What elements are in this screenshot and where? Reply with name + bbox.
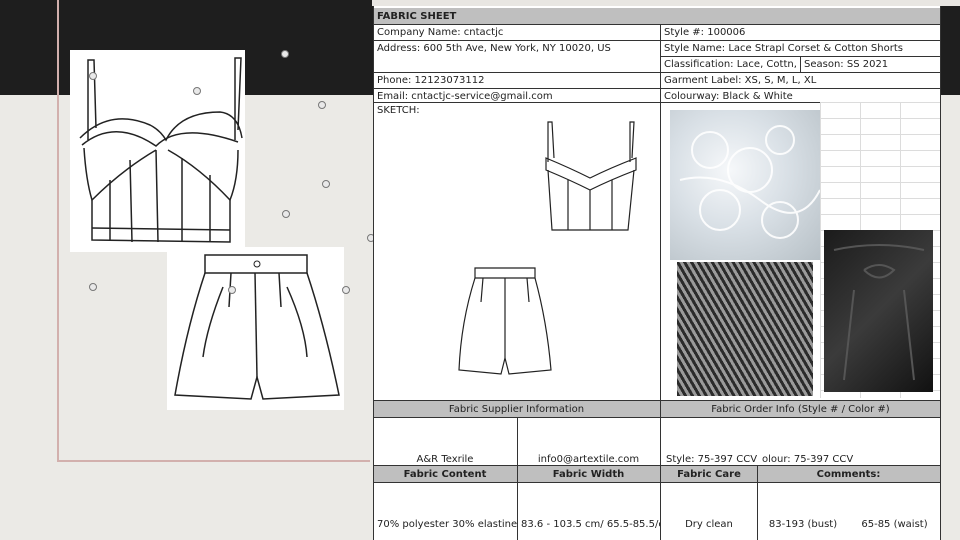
- style-number[interactable]: Style #: 100006: [660, 24, 940, 40]
- shorts-sketch-image: [174, 254, 340, 400]
- decor-dot: [228, 286, 236, 294]
- grid-line: [940, 6, 941, 540]
- col-fabric-care: Fabric Care: [661, 466, 757, 482]
- fabric-care-value[interactable]: Dry clean: [661, 516, 757, 532]
- col-fabric-width: Fabric Width: [517, 466, 660, 482]
- grid-line: [373, 6, 374, 540]
- shorts-tech-sketch: [458, 267, 552, 375]
- col-comments: Comments:: [757, 466, 940, 482]
- grid-line: [373, 72, 940, 73]
- style-name[interactable]: Style Name: Lace Strapl Corset & Cotton …: [660, 40, 940, 56]
- col-fabric-content: Fabric Content: [373, 466, 517, 482]
- corset-sketch-image: [79, 57, 243, 243]
- decor-dot: [342, 286, 350, 294]
- decor-dot: [193, 87, 201, 95]
- grid-line: [373, 417, 940, 418]
- sheet-title: FABRIC SHEET: [373, 8, 940, 24]
- grid-line: [373, 88, 940, 89]
- decor-dot: [89, 72, 97, 80]
- sketch-label: SKETCH:: [377, 105, 420, 116]
- company-name[interactable]: Company Name: cntactjc: [373, 24, 660, 40]
- corset-tech-sketch: [545, 121, 637, 231]
- lace-fabric-photo[interactable]: [670, 110, 820, 260]
- lace-pattern: [679, 125, 820, 239]
- supplier-header: Fabric Supplier Information: [373, 401, 660, 417]
- phone[interactable]: Phone: 12123073112: [373, 72, 660, 88]
- grid-line: [373, 482, 940, 483]
- shorts-sketch-card[interactable]: [167, 247, 344, 410]
- decor-dot: [281, 50, 289, 58]
- grid-line: [660, 24, 661, 400]
- fabric-width-value[interactable]: 83.6 - 103.5 cm/ 65.5-85.5/cm: [517, 516, 660, 532]
- order-header: Fabric Order Info (Style # / Color #): [661, 401, 940, 417]
- grid-line: [373, 465, 940, 466]
- grid-line: [800, 56, 801, 72]
- address[interactable]: Address: 600 5th Ave, New York, NY 10020…: [373, 40, 660, 56]
- season[interactable]: Season: SS 2021: [800, 56, 940, 72]
- mesh-fabric-photo[interactable]: [677, 262, 813, 396]
- classification[interactable]: Classification: Lace, Cottn,: [660, 56, 800, 72]
- decor-dot: [89, 283, 97, 291]
- shorts-photo-detail: [833, 244, 925, 381]
- corset-sketch-card[interactable]: [70, 50, 245, 252]
- decor-dot: [322, 180, 330, 188]
- decor-dot: [282, 210, 290, 218]
- black-shorts-photo[interactable]: [824, 230, 933, 392]
- comment-bust[interactable]: 83-193 (bust): [757, 516, 849, 532]
- garment-label[interactable]: Garment Label: XS, S, M, L, XL: [660, 72, 940, 88]
- grid-line: [373, 40, 940, 41]
- fabric-content-value[interactable]: 70% polyester 30% elastine: [373, 516, 517, 532]
- decor-dot: [318, 101, 326, 109]
- comment-waist[interactable]: 65-85 (waist): [849, 516, 940, 532]
- grid-line: [373, 24, 940, 25]
